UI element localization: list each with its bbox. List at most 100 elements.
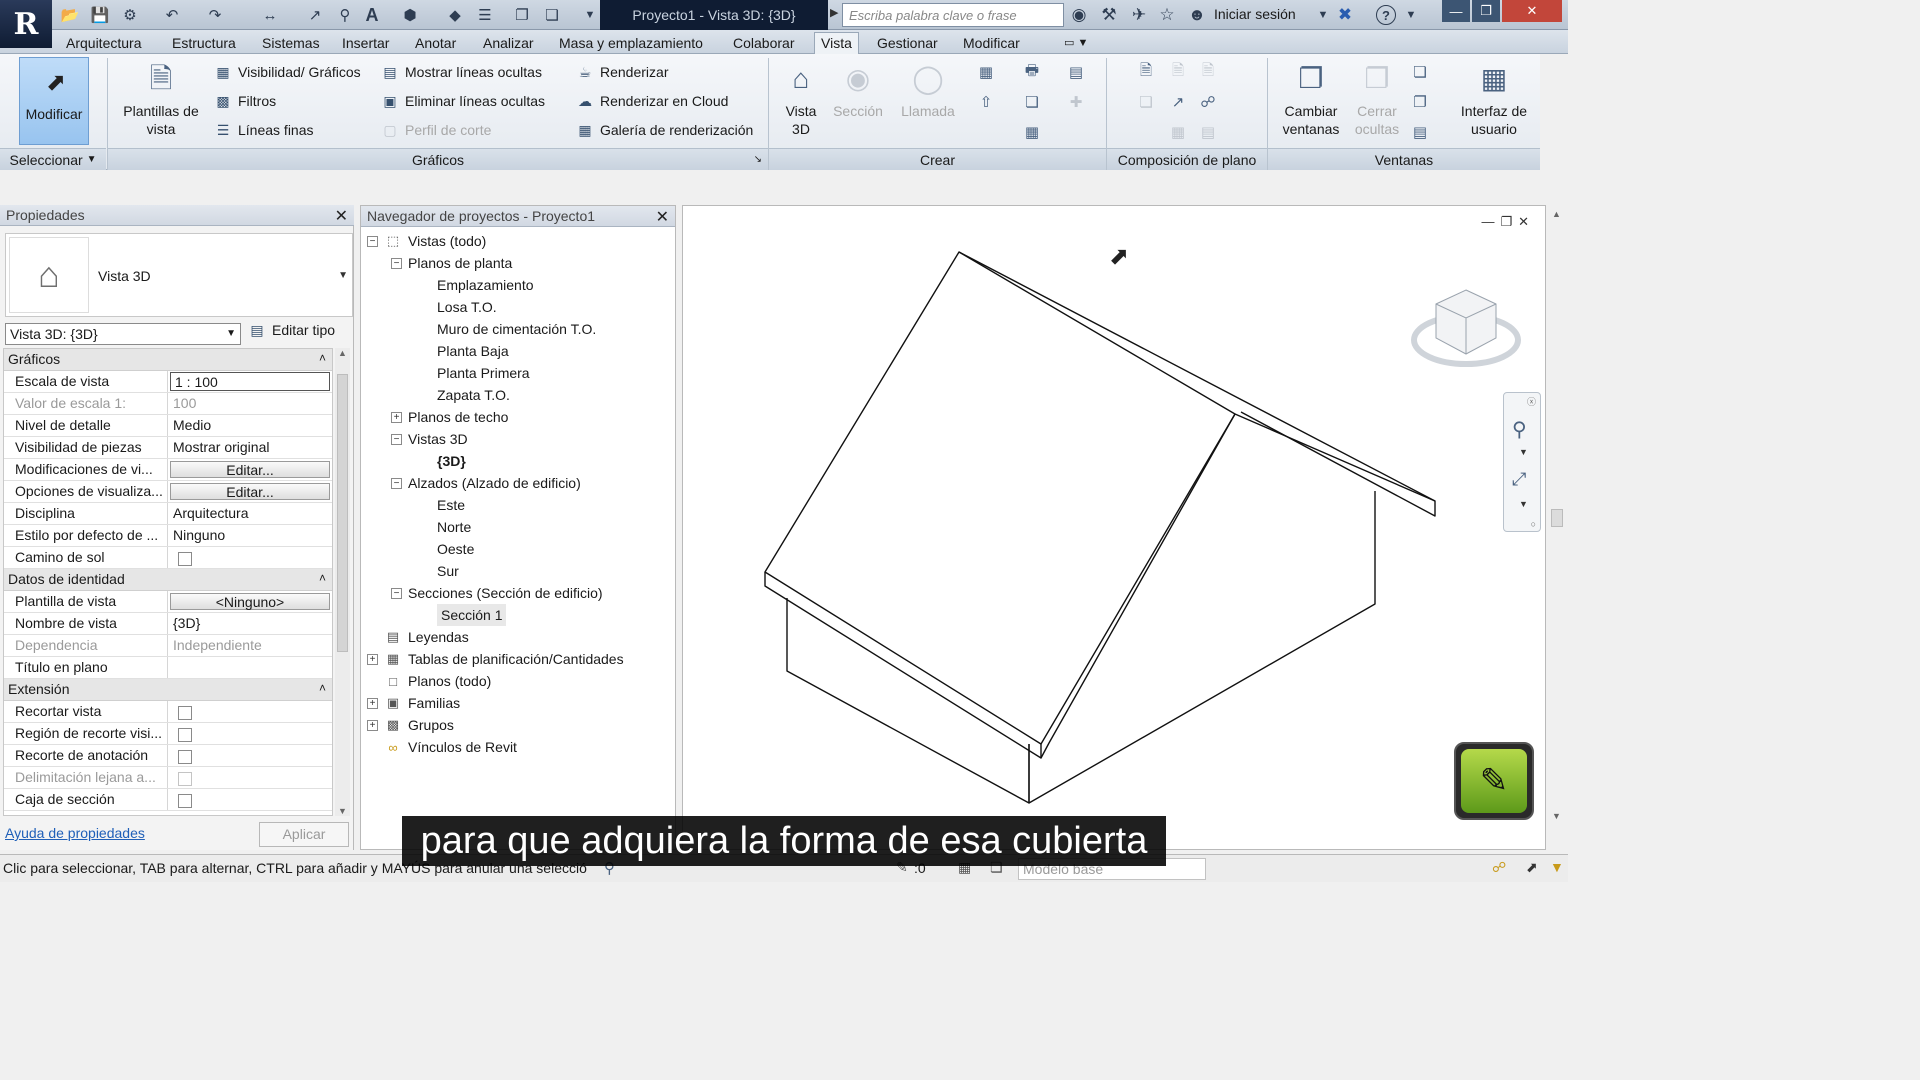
tree-node[interactable]: □ Planos (todo): [367, 670, 491, 692]
tree-node[interactable]: + ▣ Familias: [367, 692, 460, 714]
search-input[interactable]: Escriba palabra clave o frase: [842, 3, 1064, 27]
property-edit-button[interactable]: Editar...: [170, 461, 330, 478]
viewcube[interactable]: [1410, 282, 1522, 378]
properties-scrollbar[interactable]: ▲ ▼: [335, 348, 350, 816]
elevation-icon[interactable]: ⇧: [976, 92, 996, 112]
steering-wheel-nav-icon[interactable]: ⚲: [1512, 417, 1527, 442]
view-templates-button[interactable]: 🗎 Plantillas de vista: [116, 60, 206, 138]
sheet-icon[interactable]: 🗎: [1136, 62, 1156, 82]
help-icon[interactable]: ?: [1376, 5, 1396, 25]
drafting-view-icon[interactable]: 🖶: [1022, 62, 1042, 82]
cut-profile-button[interactable]: ▢ Perfil de corte: [381, 119, 491, 141]
schedules-icon[interactable]: ▤: [1066, 62, 1086, 82]
chevron-down-icon[interactable]: ▼: [1519, 447, 1528, 457]
collapse-icon[interactable]: ˄: [319, 351, 326, 365]
property-group-header[interactable]: Datos de identidad ˄: [4, 569, 332, 591]
property-value[interactable]: Arquitectura: [168, 503, 332, 524]
scroll-down-icon[interactable]: ▼: [1552, 811, 1561, 821]
tab-estructura[interactable]: Estructura: [166, 33, 242, 54]
duplicate-view-icon[interactable]: ❏: [1022, 92, 1042, 112]
plan-views-icon[interactable]: ▦: [976, 62, 996, 82]
tab-insertar[interactable]: Insertar: [336, 33, 395, 54]
property-group-header[interactable]: Extensión ˄: [4, 679, 332, 701]
guide-grid-icon[interactable]: ↗: [1168, 92, 1188, 112]
switch-windows-icon[interactable]: ❏: [542, 5, 562, 25]
callout-button[interactable]: ◯ Llamada: [896, 60, 960, 120]
scroll-down-icon[interactable]: ▼: [338, 806, 347, 816]
collapse-icon[interactable]: ˄: [319, 681, 326, 695]
apply-button[interactable]: Aplicar: [259, 822, 349, 847]
scrollbar-thumb[interactable]: [337, 374, 348, 652]
communication-icon[interactable]: ✈: [1128, 4, 1150, 26]
close-window-icon[interactable]: ✕: [1502, 0, 1562, 22]
collapse-icon[interactable]: ˄: [319, 571, 326, 585]
dialog-launcher-icon[interactable]: ↘: [754, 154, 762, 165]
scroll-up-icon[interactable]: ▲: [338, 348, 347, 358]
aligned-dimension-icon[interactable]: ↗: [305, 5, 325, 25]
filters-button[interactable]: ▩ Filtros: [214, 90, 276, 112]
tab-modificar[interactable]: Modificar: [957, 33, 1026, 54]
expand-icon[interactable]: +: [367, 653, 378, 665]
property-input[interactable]: 1 : 100: [170, 372, 330, 391]
tab-sistemas[interactable]: Sistemas: [256, 33, 326, 54]
expand-icon[interactable]: +: [367, 719, 378, 731]
collapse-icon[interactable]: −: [391, 477, 402, 489]
section-icon[interactable]: ◆: [445, 5, 465, 25]
viewport-scrollbar[interactable]: ▲ ▼: [1548, 205, 1566, 825]
signin-dropdown-icon[interactable]: ▼: [1312, 4, 1334, 26]
title-block-icon[interactable]: 🗎: [1168, 62, 1188, 82]
undo-icon[interactable]: ↶: [162, 5, 182, 25]
tree-node[interactable]: Sección 1: [437, 604, 507, 626]
scroll-up-icon[interactable]: ▲: [1552, 209, 1561, 219]
tree-node[interactable]: Emplazamiento: [437, 274, 534, 296]
thin-lines-button[interactable]: ☰ Líneas finas: [214, 119, 314, 141]
property-value[interactable]: Medio: [168, 415, 332, 436]
show-hidden-lines-button[interactable]: ▤ Mostrar líneas ocultas: [381, 61, 542, 83]
tree-node[interactable]: − Alzados (Alzado de edificio): [391, 472, 581, 494]
property-edit-button[interactable]: <Ninguno>: [170, 593, 330, 610]
tree-node[interactable]: + Planos de techo: [391, 406, 508, 428]
tab-analizar[interactable]: Analizar: [477, 33, 540, 54]
select-pinned-icon[interactable]: ⬈: [1526, 859, 1538, 876]
property-checkbox[interactable]: [178, 728, 192, 742]
viewports-icon[interactable]: ▤: [1198, 122, 1218, 142]
steering-wheel-widget[interactable]: ✎: [1454, 742, 1534, 820]
property-group-header[interactable]: Gráficos ˄: [4, 349, 332, 371]
expand-icon[interactable]: +: [391, 411, 402, 423]
tab-gestionar[interactable]: Gestionar: [871, 33, 944, 54]
user-interface-button[interactable]: ▦ Interfaz de usuario: [1452, 60, 1536, 138]
select-links-icon[interactable]: ☍: [1492, 859, 1506, 876]
scope-box-icon[interactable]: ✚: [1066, 92, 1086, 112]
binoculars-icon[interactable]: ◉: [1068, 4, 1090, 26]
matchline-icon[interactable]: ☍: [1198, 92, 1218, 112]
property-checkbox[interactable]: [178, 750, 192, 764]
switch-windows-button[interactable]: ❐ Cambiar ventanas: [1276, 60, 1346, 138]
collapse-icon[interactable]: −: [391, 587, 402, 599]
restore-window-icon[interactable]: ❐: [1472, 0, 1500, 22]
property-value[interactable]: [168, 657, 332, 678]
close-hidden-windows-button[interactable]: ❐ Cerrar ocultas: [1348, 60, 1406, 138]
property-value[interactable]: {3D}: [168, 613, 332, 634]
tab-masa-emplazamiento[interactable]: Masa y emplazamiento: [553, 33, 709, 54]
signin-button[interactable]: Iniciar sesión: [1214, 6, 1296, 22]
cascade-icon[interactable]: ❐: [1410, 92, 1430, 112]
tree-node[interactable]: + ▩ Grupos: [367, 714, 454, 736]
tab-vista[interactable]: Vista: [814, 32, 859, 55]
tree-node[interactable]: Planta Primera: [437, 362, 530, 384]
close-hidden-icon[interactable]: ❐: [512, 5, 532, 25]
edit-type-button[interactable]: ▤ Editar tipo: [248, 321, 335, 339]
customize-qat-icon[interactable]: ▼: [580, 5, 600, 25]
application-menu-button[interactable]: R: [0, 0, 52, 48]
collapse-icon[interactable]: −: [391, 257, 402, 269]
sync-icon[interactable]: ⚙: [120, 5, 140, 25]
tab-anotar[interactable]: Anotar: [409, 33, 462, 54]
tree-node[interactable]: Losa T.O.: [437, 296, 497, 318]
tree-node[interactable]: Norte: [437, 516, 471, 538]
navbar-options-icon[interactable]: ○: [1531, 519, 1536, 529]
tree-node[interactable]: Planta Baja: [437, 340, 509, 362]
tree-node[interactable]: ∞ Vínculos de Revit: [367, 736, 517, 758]
chevron-down-icon[interactable]: ▼: [1519, 499, 1528, 509]
replicate-icon[interactable]: ❏: [1410, 62, 1430, 82]
view-reference-icon[interactable]: ▦: [1168, 122, 1188, 142]
property-edit-button[interactable]: Editar...: [170, 483, 330, 500]
